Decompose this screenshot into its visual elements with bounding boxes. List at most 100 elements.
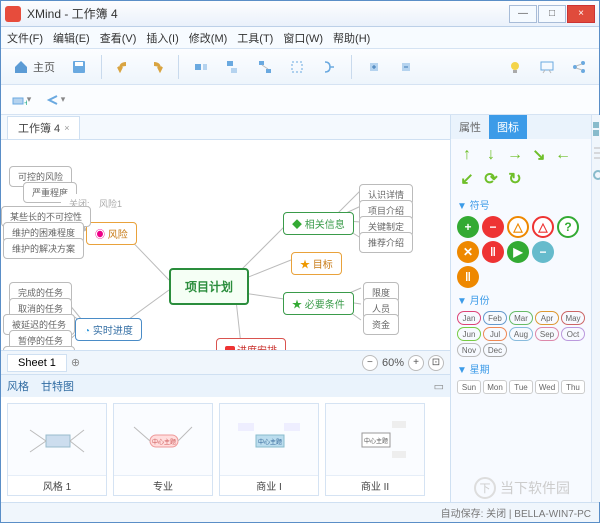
topic-related[interactable]: ◆ 相关信息 xyxy=(283,212,354,235)
arrow-cycle-icon[interactable]: ↻ xyxy=(505,169,525,189)
arrow-down-icon[interactable]: ↓ xyxy=(481,145,501,165)
menu-view[interactable]: 查看(V) xyxy=(100,30,137,46)
menu-modify[interactable]: 修改(M) xyxy=(189,30,228,46)
right-panel: 属性 图标 ↑ ↓ → ↘ ← ↙ ⟳ ↻ ▼ 符号 xyxy=(451,115,599,502)
menu-help[interactable]: 帮助(H) xyxy=(333,30,370,46)
arrow-refresh-icon[interactable]: ⟳ xyxy=(481,169,501,189)
symbol-minus-icon[interactable]: − xyxy=(482,216,504,238)
week-wed[interactable]: Wed xyxy=(535,380,559,394)
month-jul[interactable]: Jul xyxy=(483,327,507,341)
undo-button[interactable] xyxy=(110,53,138,81)
new-topic-button[interactable]: +▾ xyxy=(7,86,35,114)
section-symbols[interactable]: ▼ 符号 xyxy=(457,197,585,212)
topic-risk[interactable]: ◉ 风险 xyxy=(86,222,137,245)
symbol-plus-icon[interactable]: + xyxy=(457,216,479,238)
symbol-minus2-icon[interactable]: − xyxy=(532,241,554,263)
month-mar[interactable]: Mar xyxy=(509,311,533,325)
symbol-play-icon[interactable]: ▶ xyxy=(507,241,529,263)
week-tue[interactable]: Tue xyxy=(509,380,533,394)
month-sep[interactable]: Sep xyxy=(535,327,559,341)
topic-progress[interactable]: ◔ 实时进度 xyxy=(75,318,142,341)
close-button[interactable]: × xyxy=(567,5,595,23)
zoom-out-button[interactable]: − xyxy=(362,355,378,371)
zoom-in-button[interactable]: + xyxy=(408,355,424,371)
subtopic[interactable]: 资金 xyxy=(363,314,399,335)
month-feb[interactable]: Feb xyxy=(483,311,507,325)
section-weeks[interactable]: ▼ 星期 xyxy=(457,361,585,376)
tab-close-icon[interactable]: × xyxy=(64,123,69,133)
menu-edit[interactable]: 编辑(E) xyxy=(53,30,90,46)
month-jun[interactable]: Jun xyxy=(457,327,481,341)
maximize-button[interactable]: □ xyxy=(538,5,566,23)
separator xyxy=(101,55,102,79)
month-nov[interactable]: Nov xyxy=(457,343,481,357)
section-months[interactable]: ▼ 月份 xyxy=(457,292,585,307)
topic-sibling-button[interactable] xyxy=(187,53,215,81)
menu-file[interactable]: 文件(F) xyxy=(7,30,43,46)
views-min-icon[interactable]: ▭ xyxy=(434,380,444,393)
redo-button[interactable] xyxy=(142,53,170,81)
topic-schedule[interactable]: 进度安排 xyxy=(216,338,286,350)
topic-child-button[interactable] xyxy=(219,53,247,81)
symbol-pause-icon[interactable]: ‖ xyxy=(457,266,479,288)
month-dec[interactable]: Dec xyxy=(483,343,507,357)
topic-conditions[interactable]: ★ 必要条件 xyxy=(283,292,354,315)
svg-text:中心主题: 中心主题 xyxy=(258,438,282,446)
topic-goals[interactable]: ★ 目标 xyxy=(291,252,342,275)
arrow-right-icon[interactable]: → xyxy=(505,145,525,165)
save-button[interactable] xyxy=(65,53,93,81)
outdent-button[interactable]: ▾ xyxy=(41,86,69,114)
symbol-x-icon[interactable]: ✕ xyxy=(457,241,479,263)
style-card[interactable]: 中心主题商业 II xyxy=(325,403,425,496)
week-mon[interactable]: Mon xyxy=(483,380,507,394)
relationship-button[interactable] xyxy=(251,53,279,81)
symbol-pause-red-icon[interactable]: ‖ xyxy=(482,241,504,263)
layout-icon[interactable] xyxy=(592,121,600,137)
central-topic[interactable]: 项目计划 xyxy=(169,268,249,305)
drill-down-button[interactable] xyxy=(360,53,388,81)
month-may[interactable]: May xyxy=(561,311,585,325)
outline-icon[interactable] xyxy=(592,145,600,161)
style-card[interactable]: 中心主题商业 I xyxy=(219,403,319,496)
style-card[interactable]: 风格 1 xyxy=(7,403,107,496)
arrow-diag2-icon[interactable]: ↙ xyxy=(457,169,477,189)
arrow-left-icon[interactable]: ← xyxy=(553,145,573,165)
panel-tab-properties[interactable]: 属性 xyxy=(451,115,489,139)
month-jan[interactable]: Jan xyxy=(457,311,481,325)
search-icon[interactable] xyxy=(592,169,600,185)
subtopic[interactable]: 维护的解决方案 xyxy=(3,238,84,259)
zoom-fit-button[interactable]: ⊡ xyxy=(428,355,444,371)
symbol-warn-red-icon[interactable]: △ xyxy=(532,216,554,238)
add-sheet-button[interactable]: ⊕ xyxy=(71,356,80,369)
month-oct[interactable]: Oct xyxy=(561,327,585,341)
idea-button[interactable] xyxy=(501,53,529,81)
subtopic[interactable]: 推荐介绍 xyxy=(359,232,413,253)
canvas-tab[interactable]: 工作簿 4 × xyxy=(7,116,80,139)
month-apr[interactable]: Apr xyxy=(535,311,559,325)
home-button[interactable]: 主页 xyxy=(7,53,61,81)
share-button[interactable] xyxy=(565,53,593,81)
view-tab-gantt[interactable]: 甘特图 xyxy=(41,378,74,394)
week-thu[interactable]: Thu xyxy=(561,380,585,394)
month-aug[interactable]: Aug xyxy=(509,327,533,341)
mindmap-canvas[interactable]: 项目计划 ◉ 风险 ◔ 实时进度 进度安排 ◆ 相关信息 ★ 目标 ★ 必要条件… xyxy=(1,139,450,350)
week-sun[interactable]: Sun xyxy=(457,380,481,394)
minimize-button[interactable]: — xyxy=(509,5,537,23)
subtopic[interactable]: 进行中的任务 xyxy=(3,346,75,350)
drill-up-button[interactable] xyxy=(392,53,420,81)
menu-tools[interactable]: 工具(T) xyxy=(237,30,273,46)
boundary-button[interactable] xyxy=(283,53,311,81)
menu-window[interactable]: 窗口(W) xyxy=(283,30,323,46)
titlebar: XMind - 工作簿 4 — □ × xyxy=(1,1,599,27)
sheet-tab[interactable]: Sheet 1 xyxy=(7,354,67,372)
symbol-question-icon[interactable]: ? xyxy=(557,216,579,238)
view-tab-styles[interactable]: 风格 xyxy=(7,378,29,394)
menu-insert[interactable]: 插入(I) xyxy=(146,30,178,46)
present-button[interactable] xyxy=(533,53,561,81)
symbol-warn-icon[interactable]: △ xyxy=(507,216,529,238)
style-card[interactable]: 中心主题专业 xyxy=(113,403,213,496)
summary-button[interactable] xyxy=(315,53,343,81)
panel-tab-icons[interactable]: 图标 xyxy=(489,115,527,139)
arrow-up-icon[interactable]: ↑ xyxy=(457,145,477,165)
arrow-diag-icon[interactable]: ↘ xyxy=(529,145,549,165)
